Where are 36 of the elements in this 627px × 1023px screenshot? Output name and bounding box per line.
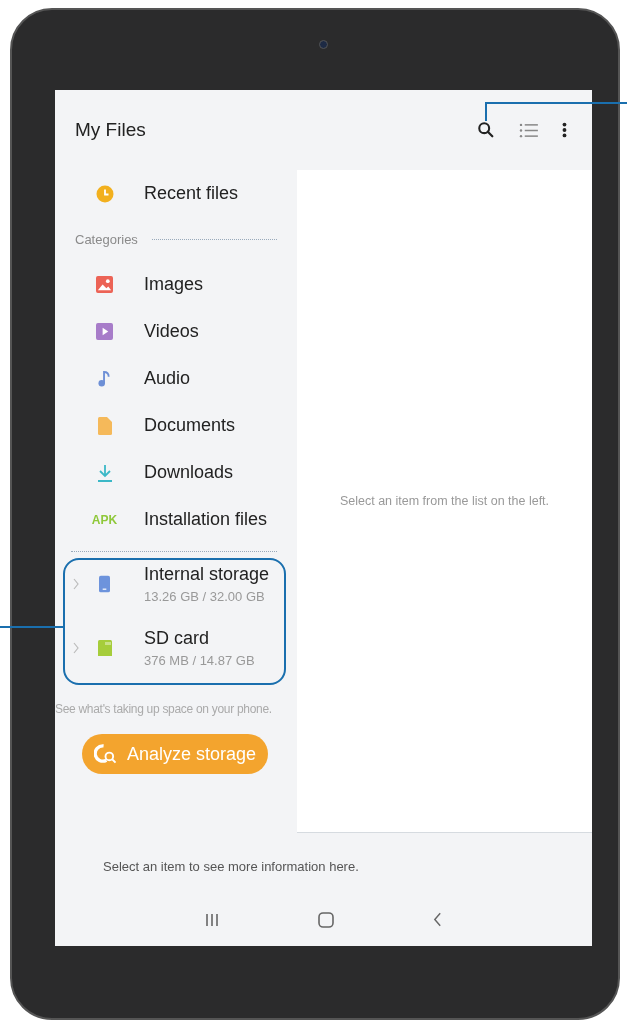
sidebar-item[interactable]: Videos (55, 308, 297, 355)
section-label: Categories (75, 231, 138, 247)
music-note-icon (98, 370, 111, 387)
chevron-icon (73, 642, 79, 654)
video-icon (96, 323, 113, 340)
clock-icon (95, 184, 114, 203)
search-icon[interactable] (477, 121, 495, 139)
more-options-icon[interactable] (562, 122, 567, 138)
phone-icon (99, 575, 110, 593)
empty-message: Select an item from the list on the left. (339, 494, 550, 508)
storage-hint: See what's taking up space on your phone. (55, 702, 273, 716)
info-message: Select an item to see more information here. (103, 858, 359, 874)
chevron-icon (73, 578, 79, 590)
sidebar-item[interactable]: Recent files (55, 170, 297, 217)
leader-line (0, 626, 64, 628)
sidebar-item[interactable]: Downloads (55, 449, 297, 496)
camera-icon (319, 40, 328, 49)
analyze-icon (93, 743, 117, 765)
app-title: My Files (75, 119, 146, 141)
sidebar-item[interactable]: APK Installation files (55, 496, 297, 543)
image-icon (96, 276, 113, 293)
download-icon (96, 463, 113, 482)
list-view-icon[interactable] (519, 122, 538, 138)
sidebar-item[interactable]: Documents (55, 402, 297, 449)
storage-item[interactable]: SD card 376 MB / 14.87 GB (55, 616, 297, 680)
home-icon[interactable] (318, 911, 334, 928)
storage-item[interactable]: Internal storage 13.26 GB / 32.00 GB (55, 552, 297, 616)
storage-usage: 376 MB / 14.87 GB (144, 653, 255, 668)
document-icon (97, 416, 112, 435)
recent-apps-icon[interactable] (204, 912, 219, 927)
apk-label: APK (91, 512, 118, 527)
storage-usage: 13.26 GB / 32.00 GB (144, 589, 266, 604)
sidebar-item[interactable]: Images (55, 261, 297, 308)
sidebar-item[interactable]: Audio (55, 355, 297, 402)
sd-card-icon (97, 640, 112, 656)
back-icon[interactable] (433, 912, 443, 927)
